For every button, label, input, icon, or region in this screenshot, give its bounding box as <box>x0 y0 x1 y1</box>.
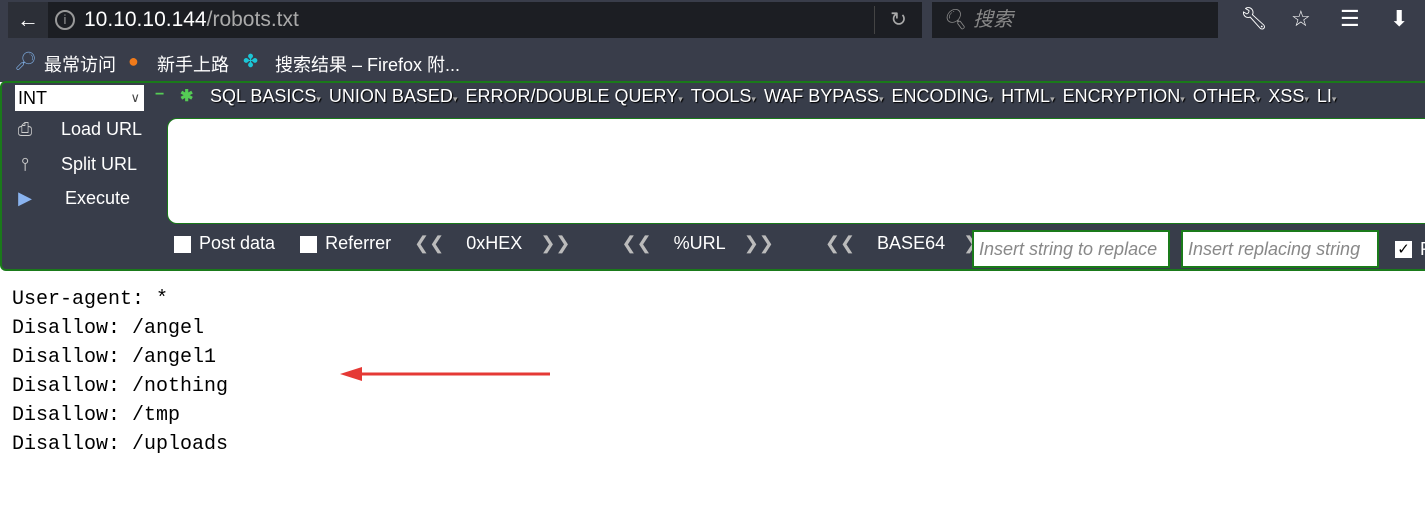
menu-union-based[interactable]: UNION BASED <box>329 86 458 106</box>
chevron-left-icon[interactable]: ❮❮ <box>414 233 444 254</box>
type-select-value: INT <box>18 88 47 108</box>
chevron-left-icon[interactable]: ❮❮ <box>622 233 652 254</box>
content-line: Disallow: /angel <box>12 317 205 340</box>
chevron-right-icon[interactable]: ❯❯ <box>540 233 570 254</box>
chevron-left-icon[interactable]: ❮❮ <box>825 233 855 254</box>
load-url-button[interactable]: ⎙ Load URL <box>12 119 142 141</box>
url-bar[interactable]: i 10.10.10.144/robots.txt ↻ <box>48 2 922 38</box>
menu-error-double-query[interactable]: ERROR/DOUBLE QUERY <box>465 86 682 106</box>
menu-sql-basics[interactable]: SQL BASICS <box>210 86 321 106</box>
play-icon: ▶ <box>18 188 32 209</box>
referrer-label: Referrer <box>325 233 392 253</box>
robots-txt-content: User-agent: * Disallow: /angel Disallow: /… <box>12 285 228 459</box>
menu-waf-bypass[interactable]: WAF BYPASS <box>764 86 884 106</box>
content-line: Disallow: /nothing <box>12 375 229 398</box>
post-data-checkbox[interactable] <box>174 235 191 253</box>
menu-other[interactable]: OTHER <box>1193 86 1261 106</box>
navigation-bar: ← i 10.10.10.144/robots.txt ↻ 🔍︎ 搜索 🔧︎ ☆… <box>0 0 1425 42</box>
menu-encoding[interactable]: ENCODING <box>892 86 994 106</box>
chevron-right-icon[interactable]: ❯❯ <box>744 233 774 254</box>
back-button[interactable]: ← <box>8 2 48 38</box>
search-input[interactable]: 🔍︎ 搜索 <box>932 2 1218 38</box>
post-data-label: Post data <box>199 233 276 253</box>
addons-icon: ✤ <box>243 51 259 71</box>
content-line: Disallow: /angel1 <box>12 346 217 369</box>
menu-xss[interactable]: XSS <box>1268 86 1309 106</box>
content-line: Disallow: /uploads <box>12 433 229 456</box>
minus-icon[interactable]: − <box>155 86 164 104</box>
menu-li[interactable]: LI <box>1317 86 1337 106</box>
info-icon[interactable]: i <box>55 10 75 30</box>
bookmark-most-visited[interactable]: 最常访问 <box>44 51 116 77</box>
printer-icon: ⎙ <box>17 119 33 140</box>
replace-string-input[interactable]: Insert string to replace <box>972 230 1170 268</box>
referrer-checkbox[interactable] <box>300 235 318 253</box>
annotation-arrow <box>340 367 550 381</box>
bookmark-getting-started[interactable]: 新手上路 <box>157 51 229 77</box>
url-encode-label: %URL <box>673 233 726 253</box>
hackbar-menu: SQL BASICS UNION BASED ERROR/DOUBLE QUERY T… <box>210 86 1344 107</box>
split-icon: ⫯ <box>21 154 29 175</box>
content-line: Disallow: /tmp <box>12 404 181 427</box>
bookmark-icon: 🔎︎ <box>14 51 37 71</box>
split-url-button[interactable]: ⫯ Split URL <box>12 154 137 176</box>
replacing-string-input[interactable]: Insert replacing string <box>1181 230 1379 268</box>
hackbar: INT ∨ − ✱ SQL BASICS UNION BASED ERROR/DOUB… <box>0 81 1425 271</box>
download-icon[interactable]: ⬇ <box>1390 6 1408 32</box>
url-host: 10.10.10.144 <box>84 8 207 31</box>
bookmarks-bar: 🔎︎ 最常访问 ● 新手上路 ✤ 搜索结果 – Firefox 附... <box>0 42 1425 82</box>
menu-encryption[interactable]: ENCRYPTION <box>1063 86 1185 106</box>
replace-checkbox-label: R <box>1420 239 1425 260</box>
hackbar-options: Post data Referrer ❮❮ 0xHEX ❯❯ ❮❮ %URL ❯❯ ❮❮… <box>174 233 993 269</box>
content-line: User-agent: * <box>12 288 169 311</box>
star-icon[interactable]: ☆ <box>1291 6 1311 32</box>
base64-label: BASE64 <box>877 233 946 253</box>
load-url-label: Load URL <box>61 119 143 139</box>
chevron-down-icon: ∨ <box>130 90 140 105</box>
reading-list-icon[interactable]: ☰ <box>1340 6 1360 32</box>
url-path: /robots.txt <box>206 8 299 31</box>
execute-label: Execute <box>65 188 131 208</box>
url-textarea[interactable] <box>167 118 1425 224</box>
arrow-head <box>340 367 362 381</box>
type-select[interactable]: INT ∨ <box>15 85 144 111</box>
menu-html[interactable]: HTML <box>1001 86 1055 106</box>
split-url-label: Split URL <box>61 154 138 174</box>
reload-button[interactable]: ↻ <box>874 6 922 34</box>
menu-tools[interactable]: TOOLS <box>691 86 756 106</box>
hex-label: 0xHEX <box>466 233 523 253</box>
execute-button[interactable]: ▶ Execute <box>12 188 130 210</box>
bookmark-search-results[interactable]: 搜索结果 – Firefox 附... <box>275 51 460 77</box>
replace-checkbox[interactable]: ✓ <box>1395 241 1412 258</box>
firefox-icon: ● <box>128 51 139 71</box>
wrench-icon[interactable]: 🔧︎ <box>1240 6 1268 32</box>
search-placeholder: 搜索 <box>972 9 1013 31</box>
plus-icon[interactable]: ✱ <box>180 86 193 106</box>
